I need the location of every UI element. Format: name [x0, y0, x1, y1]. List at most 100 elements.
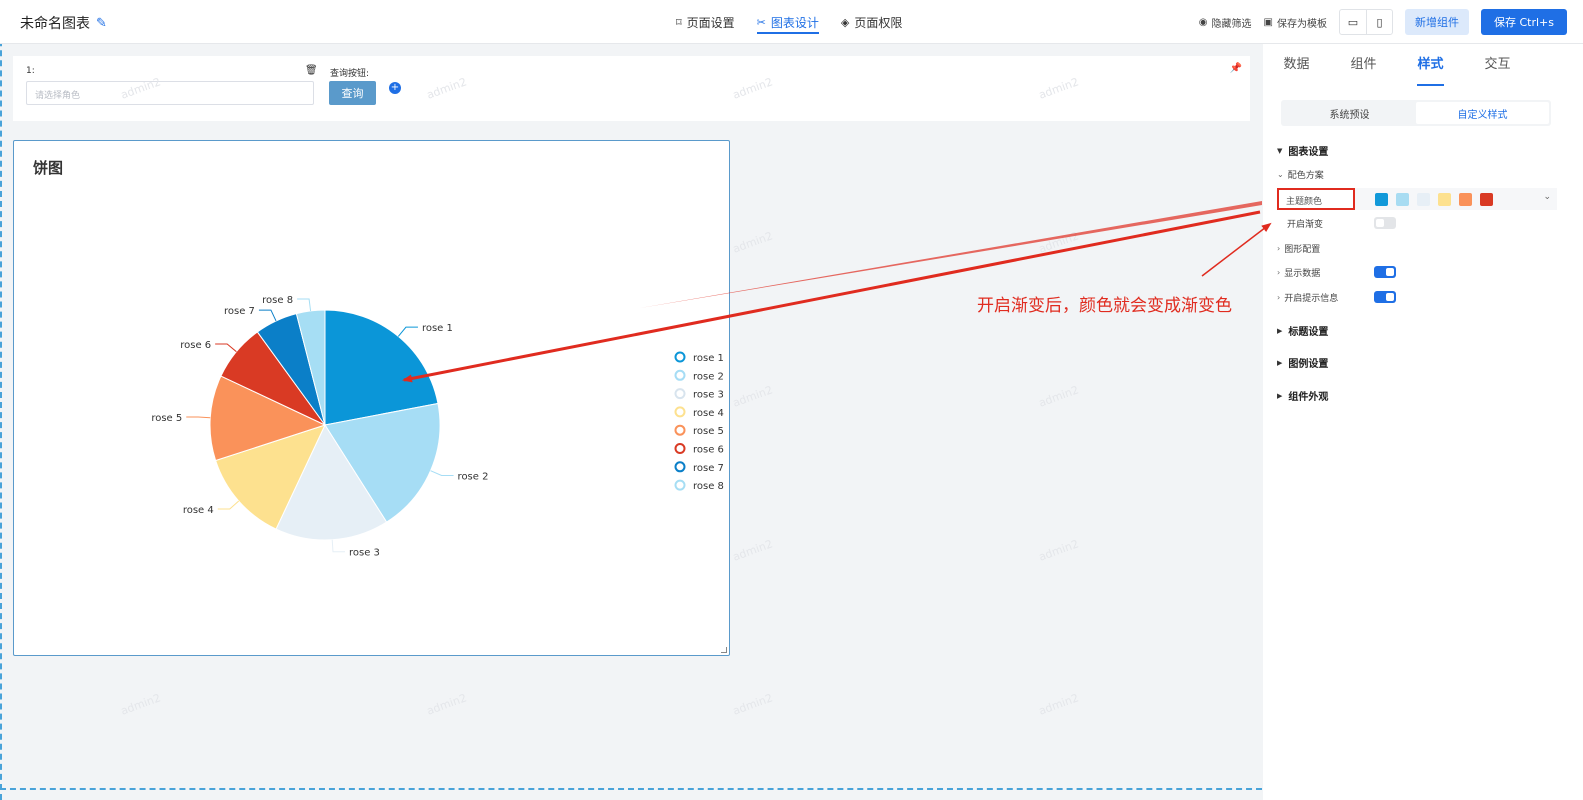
- custom-style-option[interactable]: 自定义样式: [1416, 102, 1549, 124]
- caret-right-icon: ▶: [1277, 391, 1283, 400]
- legend-marker[interactable]: [674, 406, 686, 418]
- tab-chart-design[interactable]: ✂ 图表设计: [756, 0, 820, 44]
- theme-color-select[interactable]: 主题颜色 ⌄: [1277, 188, 1557, 210]
- show-data-label: 显示数据: [1284, 269, 1321, 279]
- pie-chart-card[interactable]: 饼图 rose 1 rose 2 rose 3 rose 4 rose 5 rose 6r…: [13, 140, 730, 656]
- chart-name: 未命名图表 ✎: [20, 13, 107, 33]
- gradient-row: 开启渐变: [1277, 217, 1396, 230]
- mobile-icon[interactable]: ▯: [1365, 10, 1392, 34]
- label-leader-line: [430, 470, 454, 476]
- section-legend-settings[interactable]: ▶ 图例设置: [1277, 355, 1329, 371]
- theme-color-label: 主题颜色: [1277, 188, 1355, 210]
- legend-label[interactable]: rose 6: [693, 445, 724, 456]
- watermark: admin2: [731, 691, 775, 718]
- eye-icon: ◉: [1198, 16, 1208, 28]
- design-icon: ✂: [756, 15, 766, 29]
- legend-label[interactable]: rose 7: [693, 463, 724, 474]
- color-swatch: [1459, 193, 1472, 206]
- legend-marker[interactable]: [674, 461, 686, 473]
- role-select[interactable]: 请选择角色: [26, 81, 314, 105]
- label-leader-line: [215, 343, 237, 353]
- add-filter-icon[interactable]: +: [389, 82, 401, 94]
- legend-label[interactable]: rose 3: [693, 390, 724, 401]
- toolbar: ◉ 隐藏筛选 ▣ 保存为模板 ▭ ▯ 新增组件 保存 Ctrl+s: [1199, 9, 1567, 35]
- show-data-row: › 显示数据: [1277, 266, 1396, 279]
- show-data-toggle[interactable]: [1374, 266, 1396, 278]
- watermark: admin2: [119, 691, 163, 718]
- tab-page-settings[interactable]: ⌑ 页面设置: [676, 0, 735, 44]
- gradient-toggle[interactable]: [1374, 217, 1396, 229]
- watermark: admin2: [1037, 537, 1081, 564]
- tab-label: 图表设计: [770, 15, 819, 30]
- add-component-button[interactable]: 新增组件: [1404, 9, 1469, 35]
- tab-data[interactable]: 数据: [1263, 44, 1330, 86]
- save-template-label: 保存为模板: [1276, 18, 1327, 30]
- slice-label: rose 5: [151, 413, 182, 424]
- tab-style[interactable]: 样式: [1397, 44, 1464, 86]
- canvas-left-border: [0, 0, 2, 800]
- section-label: 图例设置: [1288, 359, 1329, 370]
- style-panel: 数据 组件 样式 交互 系统预设 自定义样式 ▼ 图表设置 ⌄ 配色方案 主题颜…: [1263, 44, 1583, 800]
- save-button[interactable]: 保存 Ctrl+s: [1480, 9, 1567, 35]
- legend-marker[interactable]: [674, 443, 686, 454]
- tab-page-permissions[interactable]: ◈ 页面权限: [841, 0, 902, 44]
- tab-interaction[interactable]: 交互: [1464, 44, 1531, 86]
- query-button[interactable]: 查询: [329, 81, 376, 105]
- hide-filter-button[interactable]: ◉ 隐藏筛选: [1199, 15, 1252, 30]
- legend-label[interactable]: rose 5: [693, 426, 724, 437]
- watermark: admin2: [425, 691, 469, 718]
- section-label: 组件外观: [1288, 392, 1329, 403]
- filter-field-label: 1:: [26, 66, 35, 76]
- tooltip-toggle[interactable]: [1374, 291, 1396, 303]
- legend-label[interactable]: rose 8: [693, 481, 724, 492]
- watermark: admin2: [731, 537, 775, 564]
- legend-marker[interactable]: [674, 479, 686, 491]
- slice-label: rose 1: [422, 323, 453, 334]
- caret-right-icon: ▶: [1277, 358, 1283, 367]
- legend-marker[interactable]: [674, 351, 686, 363]
- edit-pencil-icon[interactable]: ✎: [96, 16, 107, 31]
- pin-icon[interactable]: 📌: [1230, 63, 1242, 74]
- resize-handle[interactable]: [721, 647, 727, 653]
- query-button-label: 查询按钮:: [330, 69, 370, 79]
- section-title-settings[interactable]: ▶ 标题设置: [1277, 323, 1328, 339]
- chevron-right-icon: ›: [1277, 268, 1281, 277]
- chevron-down-icon: ⌄: [1277, 170, 1284, 179]
- caret-right-icon: ▶: [1277, 326, 1283, 335]
- preset-style-option[interactable]: 系统预设: [1283, 102, 1416, 124]
- slice-label: rose 2: [458, 471, 489, 482]
- watermark: admin2: [731, 383, 775, 410]
- shape-config-label: 图形配置: [1284, 245, 1321, 255]
- label-leader-line: [297, 298, 312, 311]
- color-swatch: [1480, 193, 1493, 206]
- top-nav: ⌑ 页面设置 ✂ 图表设计 ◈ 页面权限: [676, 0, 902, 44]
- trash-icon[interactable]: 🗑: [305, 65, 318, 76]
- legend-marker[interactable]: [674, 424, 686, 436]
- legend-marker[interactable]: [674, 369, 686, 381]
- pie-chart: rose 1 rose 2 rose 3 rose 4 rose 5 rose 6 rose…: [151, 295, 724, 559]
- legend-label[interactable]: rose 4: [693, 408, 724, 419]
- slice-label: rose 6: [180, 340, 211, 351]
- theme-swatches: [1375, 193, 1493, 206]
- section-component-appearance[interactable]: ▶ 组件外观: [1277, 388, 1329, 404]
- legend-marker[interactable]: [674, 388, 686, 400]
- top-bar: 未命名图表 ✎ ⌑ 页面设置 ✂ 图表设计 ◈ 页面权限 ◉ 隐藏筛选 ▣ 保存…: [0, 0, 1583, 44]
- section-chart-settings[interactable]: ▼ 图表设置: [1277, 143, 1328, 159]
- label-leader-line: [217, 500, 240, 510]
- color-scheme-label: 配色方案: [1287, 171, 1324, 181]
- save-template-button[interactable]: ▣ 保存为模板: [1264, 15, 1327, 30]
- watermark: admin2: [731, 229, 775, 256]
- color-swatch: [1375, 193, 1388, 206]
- tab-component[interactable]: 组件: [1330, 44, 1397, 86]
- legend-label[interactable]: rose 1: [693, 353, 724, 364]
- shape-config-group[interactable]: › 图形配置: [1277, 242, 1320, 255]
- chevron-right-icon: ›: [1277, 293, 1281, 302]
- style-mode-segment: 系统预设 自定义样式: [1281, 100, 1551, 126]
- query-filter-panel: 1: 🗑 请选择角色 查询按钮: 查询 + 📌: [13, 56, 1250, 121]
- tooltip-row: › 开启提示信息: [1277, 291, 1396, 304]
- color-scheme-group[interactable]: ⌄ 配色方案: [1277, 168, 1324, 181]
- legend-label[interactable]: rose 2: [693, 371, 724, 382]
- label-leader-line: [186, 416, 211, 419]
- color-swatch: [1396, 193, 1409, 206]
- desktop-icon[interactable]: ▭: [1340, 10, 1366, 34]
